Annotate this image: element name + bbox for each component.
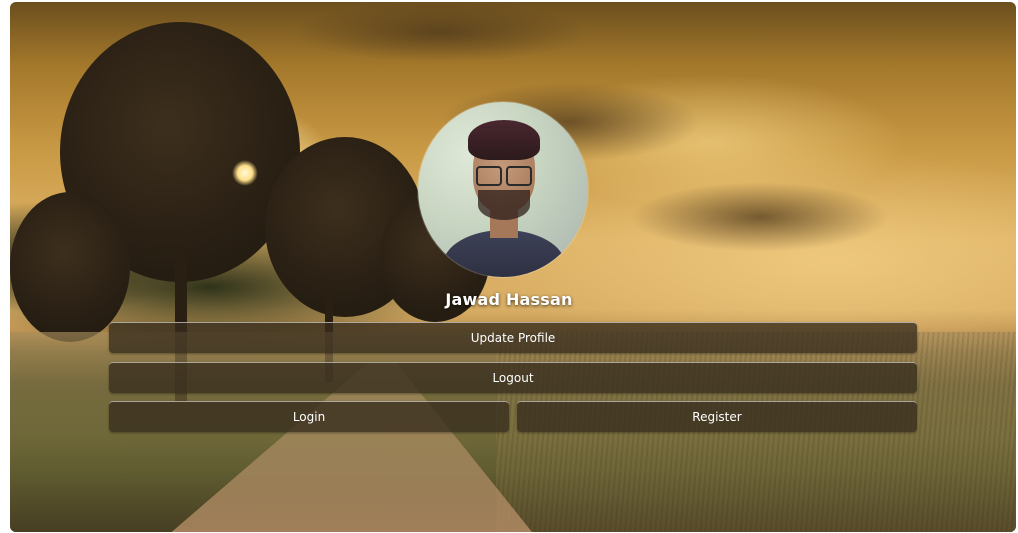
register-button[interactable]: Register: [517, 401, 917, 432]
avatar-beard: [478, 190, 530, 220]
avatar: [418, 102, 588, 277]
sun-icon: [232, 160, 258, 186]
tree-shape: [10, 192, 130, 342]
glasses-icon: [476, 166, 532, 186]
logout-button[interactable]: Logout: [109, 362, 917, 393]
cloud-shape: [630, 182, 890, 252]
profile-name: Jawad Hassan: [445, 290, 573, 309]
update-profile-button[interactable]: Update Profile: [109, 322, 917, 353]
cloud-shape: [290, 2, 590, 62]
login-button[interactable]: Login: [109, 401, 509, 432]
avatar-hair: [468, 120, 540, 160]
